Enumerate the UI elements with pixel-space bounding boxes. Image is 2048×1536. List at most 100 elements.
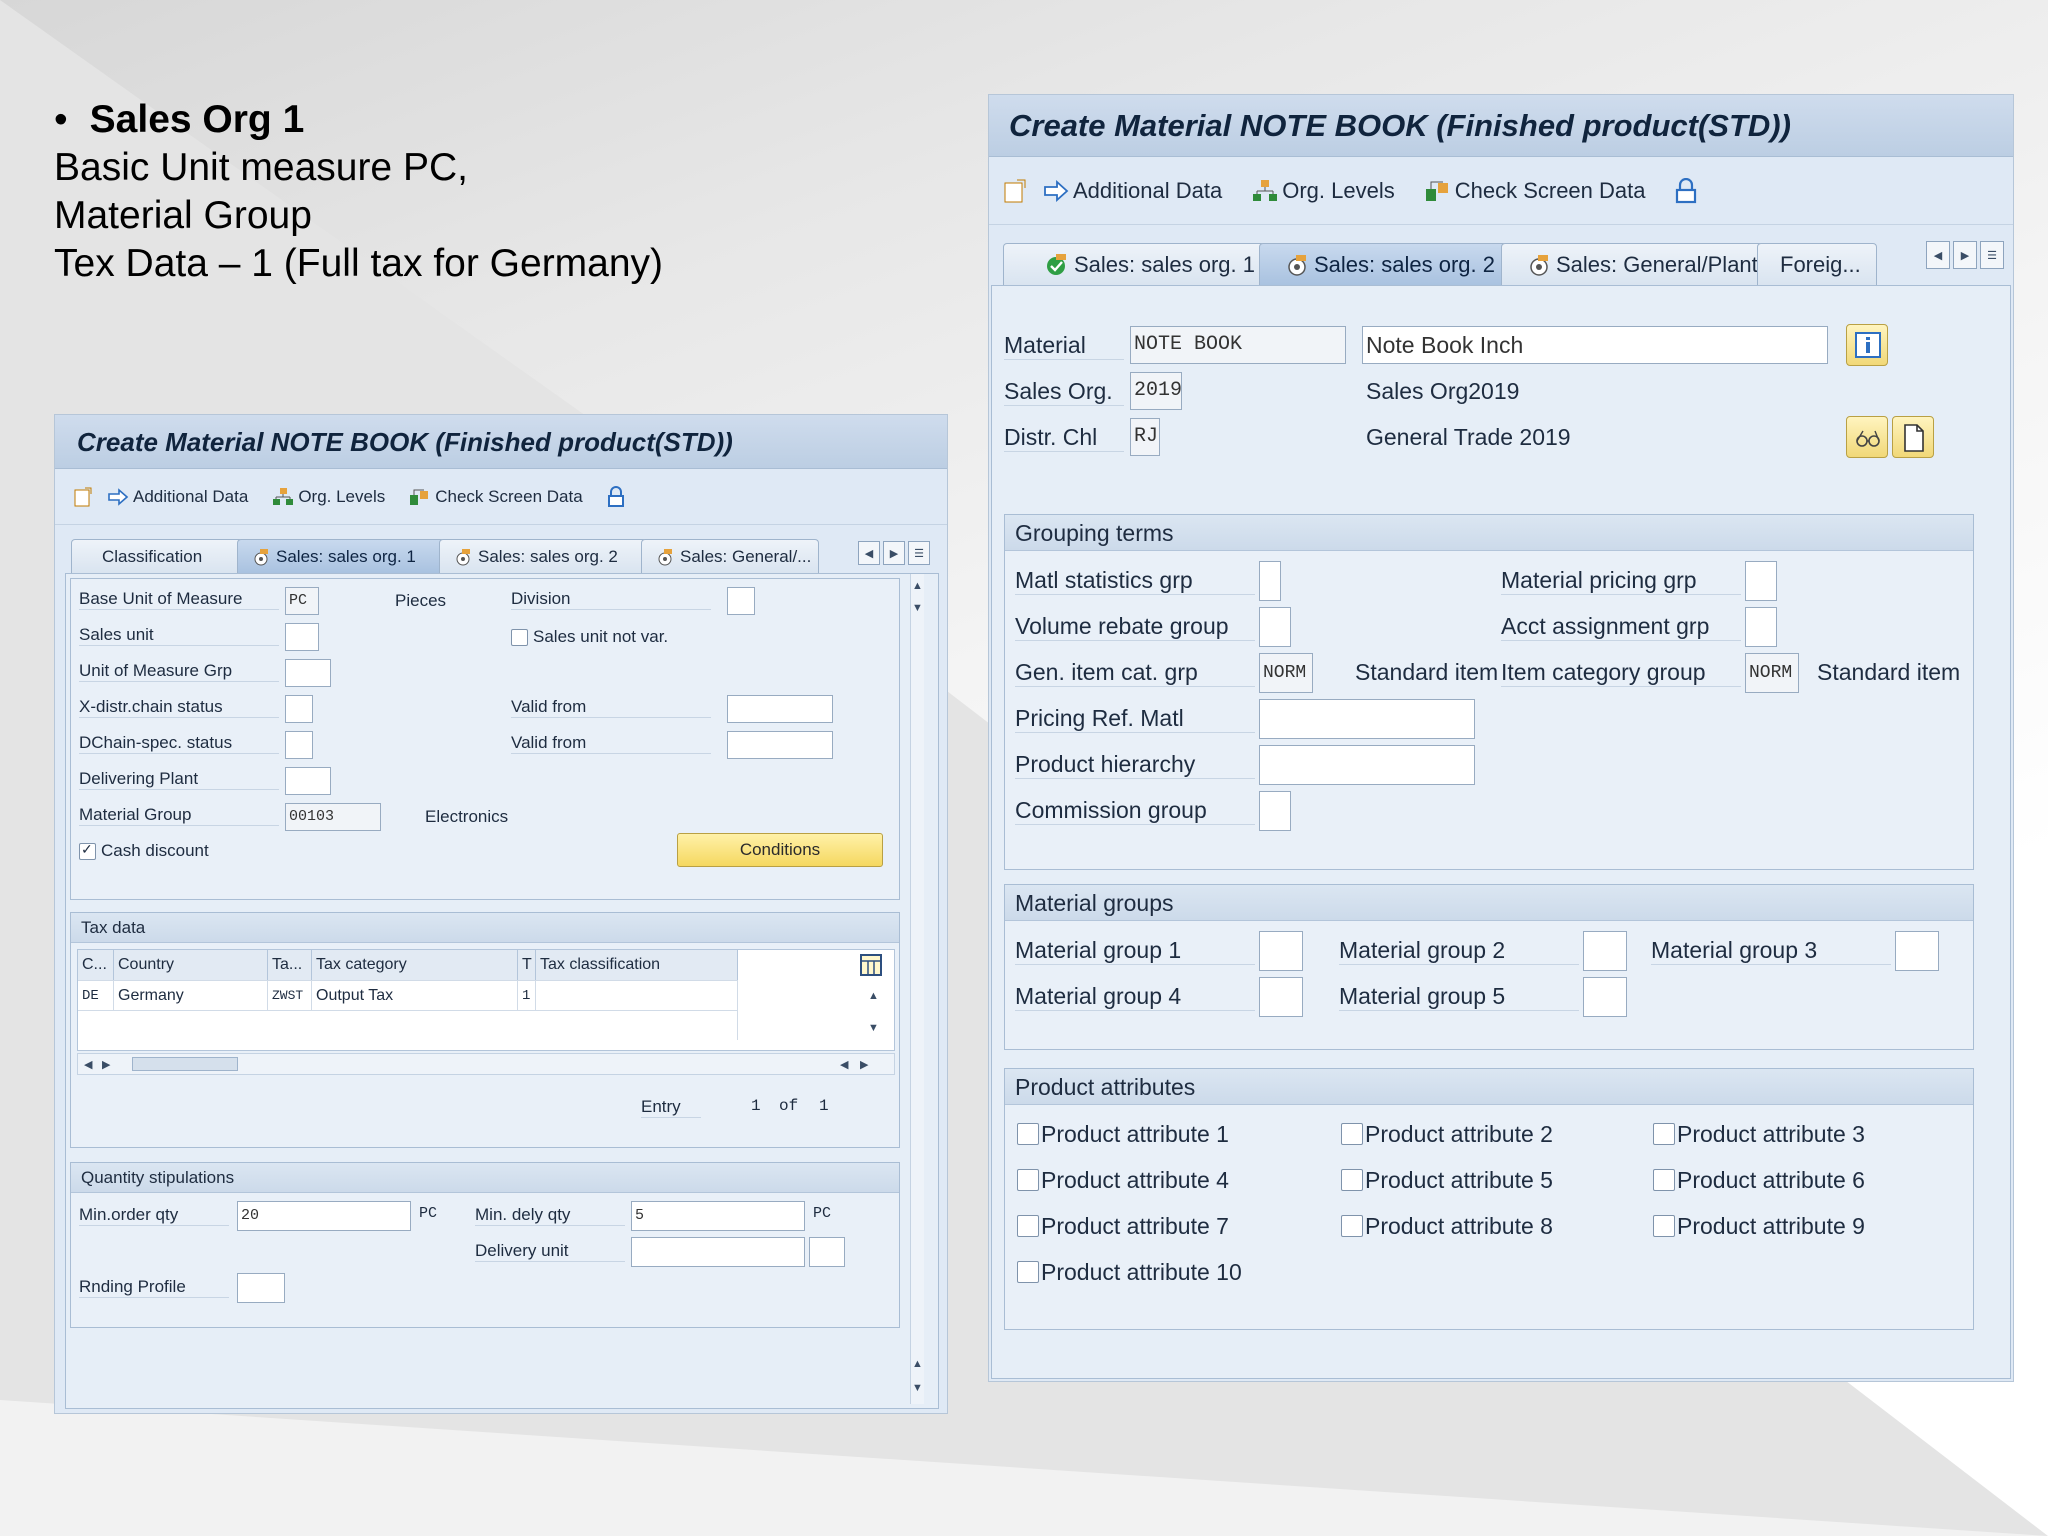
display-change-button[interactable] bbox=[1846, 416, 1888, 458]
table-settings-icon[interactable] bbox=[860, 954, 882, 976]
gen-item-cat-grp-field[interactable]: NORM bbox=[1259, 653, 1313, 693]
product-attribute-2-checkbox[interactable] bbox=[1341, 1123, 1363, 1145]
col-header-tax-cat-key[interactable]: Ta... bbox=[268, 950, 312, 980]
org-levels-button[interactable]: Org. Levels bbox=[1252, 178, 1395, 204]
tab-sales-org-2[interactable]: Sales: sales org. 2 bbox=[1259, 243, 1507, 285]
tab-foreign-trade[interactable]: Foreig... bbox=[1757, 243, 1877, 285]
delivering-plant-field[interactable] bbox=[285, 767, 331, 795]
org-levels-button[interactable]: Org. Levels bbox=[272, 487, 385, 507]
scroll-up-icon[interactable]: ▲ bbox=[912, 580, 923, 592]
min-dely-qty-field[interactable]: 5 bbox=[631, 1201, 805, 1231]
col-header-tax-classification[interactable]: Tax classification bbox=[536, 950, 738, 980]
pricing-ref-matl-field[interactable] bbox=[1259, 699, 1475, 739]
product-attribute-1-checkbox[interactable] bbox=[1017, 1123, 1039, 1145]
base-uom-field[interactable]: PC bbox=[285, 587, 319, 615]
tab-prev-icon[interactable]: ◀ bbox=[1926, 241, 1950, 269]
table-scroll-up-icon[interactable]: ▲ bbox=[868, 990, 879, 1002]
tab-prev-icon[interactable]: ◀ bbox=[858, 541, 880, 565]
new-document-icon[interactable] bbox=[73, 486, 95, 508]
scroll-down-icon[interactable]: ▼ bbox=[912, 1382, 923, 1394]
commission-group-field[interactable] bbox=[1259, 791, 1291, 831]
volume-rebate-group-field[interactable] bbox=[1259, 607, 1291, 647]
additional-data-button[interactable]: Additional Data bbox=[1043, 178, 1222, 204]
conditions-button[interactable]: Conditions bbox=[677, 833, 883, 867]
tab-list-icon[interactable]: ☰ bbox=[908, 541, 930, 565]
valid-from-field-2[interactable] bbox=[727, 731, 833, 759]
delivery-unit-field[interactable] bbox=[631, 1237, 805, 1267]
dchain-status-field[interactable] bbox=[285, 731, 313, 759]
min-order-qty-field[interactable]: 20 bbox=[237, 1201, 411, 1231]
product-attribute-3-checkbox[interactable] bbox=[1653, 1123, 1675, 1145]
col-header-tax-category[interactable]: Tax category bbox=[312, 950, 518, 980]
valid-from-field-1[interactable] bbox=[727, 695, 833, 723]
tab-classification[interactable]: Classification bbox=[71, 539, 243, 573]
material-group-5-field[interactable] bbox=[1583, 977, 1627, 1017]
scrollbar-thumb[interactable] bbox=[132, 1057, 238, 1071]
tab-next-icon[interactable]: ▶ bbox=[1953, 241, 1977, 269]
additional-data-button[interactable]: Additional Data bbox=[107, 487, 248, 507]
new-document-icon[interactable] bbox=[1003, 178, 1029, 204]
tab-next-icon[interactable]: ▶ bbox=[883, 541, 905, 565]
product-attribute-10-checkbox[interactable] bbox=[1017, 1261, 1039, 1283]
table-cell[interactable]: 1 bbox=[518, 980, 536, 1010]
tab-sales-org-1[interactable]: Sales: sales org. 1 bbox=[237, 539, 445, 573]
sales-unit-field[interactable] bbox=[285, 623, 319, 651]
tab-sales-general[interactable]: Sales: General/... bbox=[641, 539, 819, 573]
product-attribute-9-checkbox[interactable] bbox=[1653, 1215, 1675, 1237]
product-attribute-7-checkbox[interactable] bbox=[1017, 1215, 1039, 1237]
table-empty-row[interactable] bbox=[78, 1010, 738, 1040]
material-description-field[interactable]: Note Book Inch bbox=[1362, 326, 1828, 364]
info-button[interactable] bbox=[1846, 324, 1888, 366]
material-group-1-field[interactable] bbox=[1259, 931, 1303, 971]
lock-icon[interactable] bbox=[1675, 177, 1697, 204]
check-screen-data-button[interactable]: Check Screen Data bbox=[1425, 178, 1645, 204]
material-field[interactable]: NOTE BOOK bbox=[1130, 326, 1346, 364]
product-attribute-4-checkbox[interactable] bbox=[1017, 1169, 1039, 1191]
tab-sales-general-plant[interactable]: Sales: General/Plant bbox=[1501, 243, 1763, 285]
scroll-left-icon[interactable]: ◀ bbox=[84, 1058, 92, 1071]
scroll-right-icon[interactable]: ▶ bbox=[860, 1058, 868, 1071]
lock-icon[interactable] bbox=[607, 485, 625, 508]
table-cell[interactable] bbox=[536, 980, 738, 1010]
division-field[interactable] bbox=[727, 587, 755, 615]
table-horizontal-scrollbar[interactable]: ◀ ▶ ◀ ▶ bbox=[77, 1053, 895, 1075]
cash-discount-checkbox[interactable] bbox=[79, 841, 96, 860]
check-screen-data-button[interactable]: Check Screen Data bbox=[409, 487, 583, 507]
product-attribute-6-checkbox[interactable] bbox=[1653, 1169, 1675, 1191]
table-cell[interactable]: Germany bbox=[114, 980, 268, 1010]
tab-sales-org-1[interactable]: Sales: sales org. 1 bbox=[1003, 243, 1265, 285]
matl-statistics-grp-field[interactable] bbox=[1259, 561, 1281, 601]
table-cell[interactable]: Output Tax bbox=[312, 980, 518, 1010]
sales-unit-not-var-checkbox[interactable] bbox=[511, 629, 528, 646]
col-header-country-key[interactable]: C... bbox=[78, 950, 114, 980]
scroll-right-icon[interactable]: ▶ bbox=[102, 1058, 110, 1071]
acct-assignment-grp-field[interactable] bbox=[1745, 607, 1777, 647]
table-cell[interactable]: ZWST bbox=[268, 980, 312, 1010]
product-attribute-5-checkbox[interactable] bbox=[1341, 1169, 1363, 1191]
material-group-2-field[interactable] bbox=[1583, 931, 1627, 971]
table-cell[interactable]: DE bbox=[78, 980, 114, 1010]
item-category-group-field[interactable]: NORM bbox=[1745, 653, 1799, 693]
material-pricing-grp-field[interactable] bbox=[1745, 561, 1777, 601]
scroll-up-icon[interactable]: ▲ bbox=[912, 1358, 923, 1370]
xdistr-status-field[interactable] bbox=[285, 695, 313, 723]
left-vertical-scrollbar[interactable]: ▲ ▼ ▲ ▼ bbox=[910, 574, 924, 1404]
scroll-left-icon[interactable]: ◀ bbox=[840, 1058, 848, 1071]
tab-sales-org-2[interactable]: Sales: sales org. 2 bbox=[439, 539, 647, 573]
product-hierarchy-field[interactable] bbox=[1259, 745, 1475, 785]
material-group-field[interactable]: 00103 bbox=[285, 803, 381, 831]
scroll-down-icon[interactable]: ▼ bbox=[912, 602, 923, 614]
product-attribute-8-checkbox[interactable] bbox=[1341, 1215, 1363, 1237]
material-group-3-field[interactable] bbox=[1895, 931, 1939, 971]
rnding-profile-field[interactable] bbox=[237, 1273, 285, 1303]
uom-group-field[interactable] bbox=[285, 659, 331, 687]
distr-chl-field[interactable]: RJ bbox=[1130, 418, 1160, 456]
document-button[interactable] bbox=[1892, 416, 1934, 458]
delivery-unit-uom-field[interactable] bbox=[809, 1237, 845, 1267]
sales-org-field[interactable]: 2019 bbox=[1130, 372, 1182, 410]
material-group-4-field[interactable] bbox=[1259, 977, 1303, 1017]
table-scroll-down-icon[interactable]: ▼ bbox=[868, 1022, 879, 1034]
col-header-country[interactable]: Country bbox=[114, 950, 268, 980]
tab-list-icon[interactable]: ☰ bbox=[1980, 241, 2004, 269]
col-header-tax-class-key[interactable]: T bbox=[518, 950, 536, 980]
